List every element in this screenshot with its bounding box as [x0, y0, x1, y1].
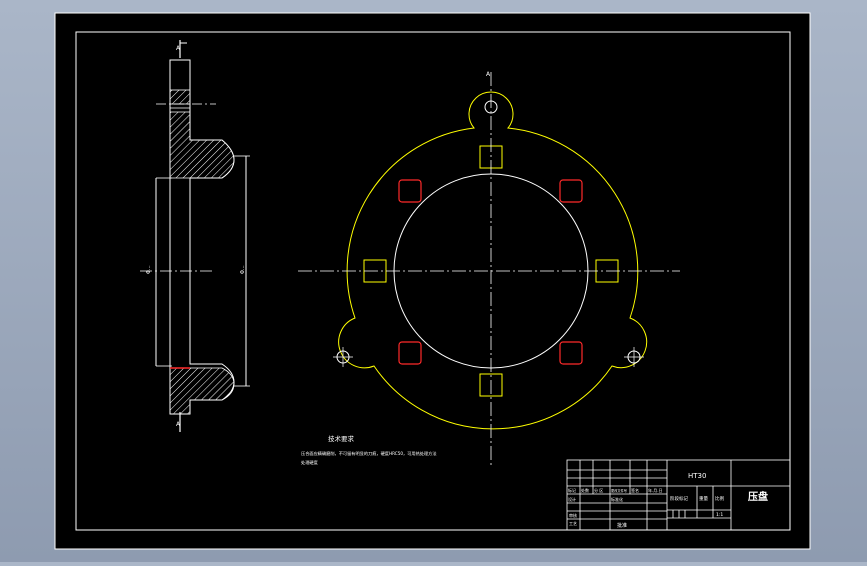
- tb-zone: 分 区: [594, 487, 603, 493]
- tb-review: 审核: [569, 512, 577, 518]
- tb-scale-value: 1:1: [716, 512, 723, 518]
- tb-stage-mark: 阶段标记: [670, 495, 688, 502]
- tb-process: 工艺: [569, 521, 577, 526]
- tb-scale: 比例: [715, 495, 724, 502]
- notes-heading: 技术要求: [328, 434, 355, 443]
- tb-approve: 批准: [617, 522, 627, 529]
- part-name: 压盘: [748, 490, 768, 503]
- tb-count: 处数: [581, 487, 589, 493]
- tb-change-doc: 更改文件号: [611, 488, 627, 493]
- dim-text-outer: Φ...: [240, 265, 246, 274]
- notes-line-1: 压合面应精确磨削，不可留有明显的刀痕，硬度HRC50，可用热处理方法: [301, 450, 437, 457]
- drawing-canvas: A A Φ... Φ... A 技术要求 压合面应精确磨削，不可留有明显的刀痕，…: [54, 12, 811, 550]
- hatch-bolt-hole: [169, 89, 191, 105]
- material-label: HT30: [688, 472, 706, 480]
- tb-weight: 重量: [699, 495, 708, 502]
- tb-signature: 签名: [631, 487, 639, 493]
- tb-standardization: 标准化: [611, 496, 623, 502]
- cad-drawing-window: A A Φ... Φ... A 技术要求 压合面应精确磨削，不可留有明显的刀痕，…: [0, 0, 867, 562]
- tb-date: 年.月.日: [648, 487, 663, 493]
- tb-mark: 标记: [568, 487, 576, 493]
- notes-line-2: 处理硬度: [301, 459, 319, 466]
- tb-design: 设计: [568, 496, 576, 502]
- dim-text-inner: Φ...: [146, 265, 152, 274]
- drawing-sheet: [54, 12, 811, 550]
